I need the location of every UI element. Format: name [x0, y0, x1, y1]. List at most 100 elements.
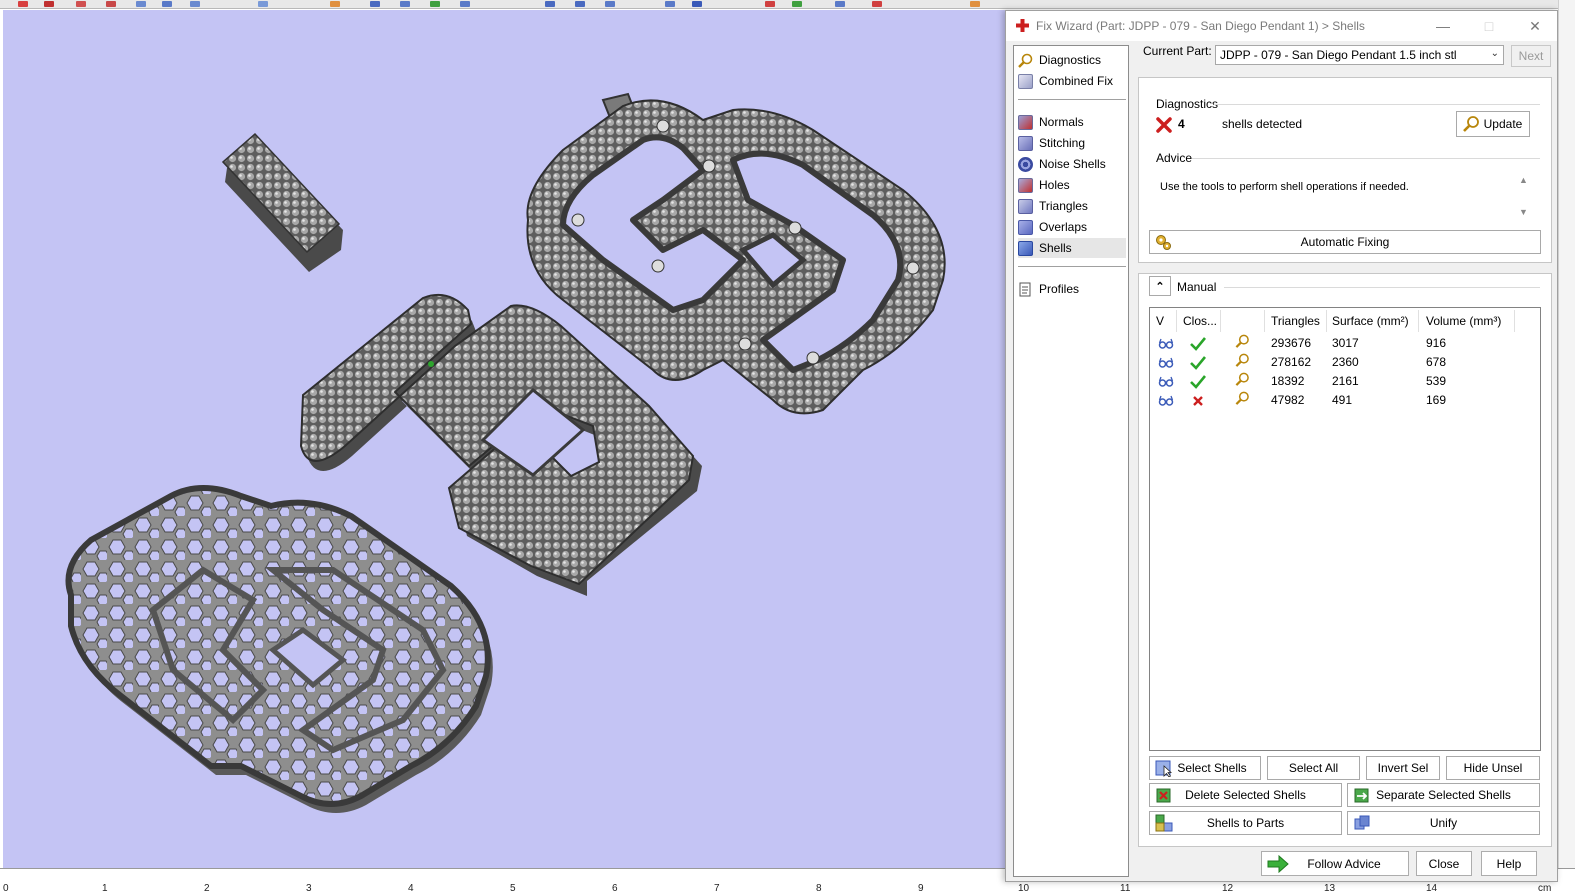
table-row[interactable]: 18392 2161 539: [1150, 372, 1540, 391]
nav-item-label: Noise Shells: [1039, 157, 1106, 171]
toolbar-button-icon[interactable]: [692, 1, 702, 7]
column-header-visible[interactable]: V: [1156, 314, 1164, 332]
toolbar-button-icon[interactable]: [765, 1, 775, 7]
minimize-button[interactable]: —: [1420, 11, 1466, 41]
maximize-button[interactable]: □: [1466, 11, 1512, 41]
nav-item-noise-shells[interactable]: Noise Shells: [1018, 154, 1126, 174]
diagnostics-status: shells detected: [1222, 117, 1303, 131]
toolbar-button-icon[interactable]: [76, 1, 86, 7]
shells-to-parts-button[interactable]: Shells to Parts: [1149, 811, 1342, 835]
delete-selected-label: Delete Selected Shells: [1185, 788, 1306, 802]
follow-advice-button[interactable]: Follow Advice: [1261, 851, 1409, 876]
zoom-magnifier-icon[interactable]: [1234, 372, 1250, 387]
toolbar-button-icon[interactable]: [162, 1, 172, 7]
ruler-tick: 9: [918, 883, 924, 894]
toolbar-button-icon[interactable]: [370, 1, 380, 7]
toolbar-button-icon[interactable]: [430, 1, 440, 7]
separate-selected-shells-button[interactable]: Separate Selected Shells: [1347, 783, 1540, 807]
diagnostics-magnifier-icon: [1018, 53, 1033, 68]
right-edge-scrollbar[interactable]: [1558, 0, 1575, 868]
column-header-triangles[interactable]: Triangles: [1271, 314, 1320, 332]
table-row[interactable]: 293676 3017 916: [1150, 334, 1540, 353]
group-divider: [1224, 287, 1540, 288]
close-window-button[interactable]: ✕: [1512, 11, 1558, 41]
column-header-volume[interactable]: Volume (mm³): [1426, 314, 1501, 332]
toolbar-button-icon[interactable]: [258, 1, 268, 7]
toolbar-button-icon[interactable]: [190, 1, 200, 7]
toolbar-button-icon[interactable]: [665, 1, 675, 7]
profiles-icon: [1019, 282, 1031, 296]
magnifier-icon: [1463, 116, 1479, 132]
toolbar-button-icon[interactable]: [792, 1, 802, 7]
ruler-tick: 7: [714, 883, 720, 894]
toolbar-button-icon[interactable]: [136, 1, 146, 7]
table-row[interactable]: 278162 2360 678: [1150, 353, 1540, 372]
main-toolbar: [0, 0, 1575, 9]
toolbar-button-icon[interactable]: [330, 1, 340, 7]
dialog-titlebar[interactable]: Fix Wizard (Part: JDPP - 079 - San Diego…: [1006, 11, 1557, 41]
nav-item-stitching[interactable]: Stitching: [1018, 133, 1126, 153]
current-part-select[interactable]: JDPP - 079 - San Diego Pendant 1.5 inch …: [1215, 45, 1504, 65]
toolbar-button-icon[interactable]: [605, 1, 615, 7]
ruler-tick: 8: [816, 883, 822, 894]
ruler-tick: 2: [204, 883, 210, 894]
next-button[interactable]: Next: [1511, 45, 1551, 67]
visibility-glasses-icon[interactable]: [1158, 374, 1174, 389]
help-button[interactable]: Help: [1481, 851, 1537, 876]
toolbar-button-icon[interactable]: [18, 1, 28, 7]
ruler-tick: 14: [1426, 883, 1438, 894]
3d-viewport[interactable]: [3, 10, 1005, 868]
unify-button[interactable]: Unify: [1347, 811, 1540, 835]
nav-item-overlaps[interactable]: Overlaps: [1018, 217, 1126, 237]
toolbar-button-icon[interactable]: [835, 1, 845, 7]
scroll-down-arrow[interactable]: ▼: [1519, 207, 1528, 217]
toolbar-button-icon[interactable]: [575, 1, 585, 7]
column-header-closed[interactable]: Clos...: [1183, 314, 1217, 332]
update-button[interactable]: Update: [1456, 111, 1530, 137]
hide-unselected-button[interactable]: Hide Unsel: [1446, 756, 1540, 780]
toolbar-button-icon[interactable]: [872, 1, 882, 7]
column-header-surface[interactable]: Surface (mm²): [1332, 314, 1409, 332]
automatic-fixing-button[interactable]: Automatic Fixing: [1149, 230, 1541, 254]
delete-selected-shells-button[interactable]: Delete Selected Shells: [1149, 783, 1342, 807]
app-root: 0 1 2 3 4 5 6 7 8 9 10 11 12 13 14 cm Fi…: [0, 0, 1575, 894]
nav-item-label: Shells: [1039, 241, 1072, 255]
column-separator: [1220, 310, 1221, 332]
ruler-tick: 12: [1222, 883, 1234, 894]
toolbar-button-icon[interactable]: [106, 1, 116, 7]
nav-item-profiles[interactable]: Profiles: [1018, 279, 1126, 299]
nav-item-shells[interactable]: Shells: [1018, 238, 1126, 258]
ruler-tick: 11: [1120, 883, 1131, 894]
close-button[interactable]: Close: [1416, 851, 1472, 876]
nav-item-label: Stitching: [1039, 136, 1086, 150]
visibility-glasses-icon[interactable]: [1158, 355, 1174, 370]
chevron-up-icon: ⌃: [1155, 280, 1165, 293]
fix-wizard-cross-icon: [1016, 19, 1029, 32]
nav-item-triangles[interactable]: Triangles: [1018, 196, 1126, 216]
toolbar-button-icon[interactable]: [44, 1, 54, 7]
toolbar-button-icon[interactable]: [970, 1, 980, 7]
toolbar-button-icon[interactable]: [400, 1, 410, 7]
triangles-cell: 278162: [1271, 355, 1312, 369]
scroll-up-arrow[interactable]: ▲: [1519, 175, 1528, 185]
select-shells-button[interactable]: Select Shells: [1149, 756, 1261, 780]
shells-to-parts-icon: [1155, 814, 1173, 832]
nav-item-diagnostics[interactable]: Diagnostics: [1018, 50, 1126, 70]
automatic-fixing-label: Automatic Fixing: [1300, 235, 1390, 249]
nav-item-normals[interactable]: Normals: [1018, 112, 1126, 132]
zoom-magnifier-icon[interactable]: [1234, 391, 1250, 406]
visibility-glasses-icon[interactable]: [1158, 336, 1174, 351]
wizard-nav: Diagnostics Combined Fix Normals Stitchi…: [1013, 45, 1129, 877]
table-row[interactable]: 47982 491 169: [1150, 391, 1540, 410]
toolbar-button-icon[interactable]: [460, 1, 470, 7]
nav-item-holes[interactable]: Holes: [1018, 175, 1126, 195]
normals-icon: [1018, 114, 1033, 130]
collapse-manual-button[interactable]: ⌃: [1149, 276, 1171, 296]
zoom-magnifier-icon[interactable]: [1234, 334, 1250, 349]
toolbar-button-icon[interactable]: [545, 1, 555, 7]
zoom-magnifier-icon[interactable]: [1234, 353, 1250, 368]
select-all-button[interactable]: Select All: [1267, 756, 1360, 780]
invert-selection-button[interactable]: Invert Sel: [1366, 756, 1440, 780]
visibility-glasses-icon[interactable]: [1158, 393, 1174, 408]
nav-item-combined-fix[interactable]: Combined Fix: [1018, 71, 1126, 91]
